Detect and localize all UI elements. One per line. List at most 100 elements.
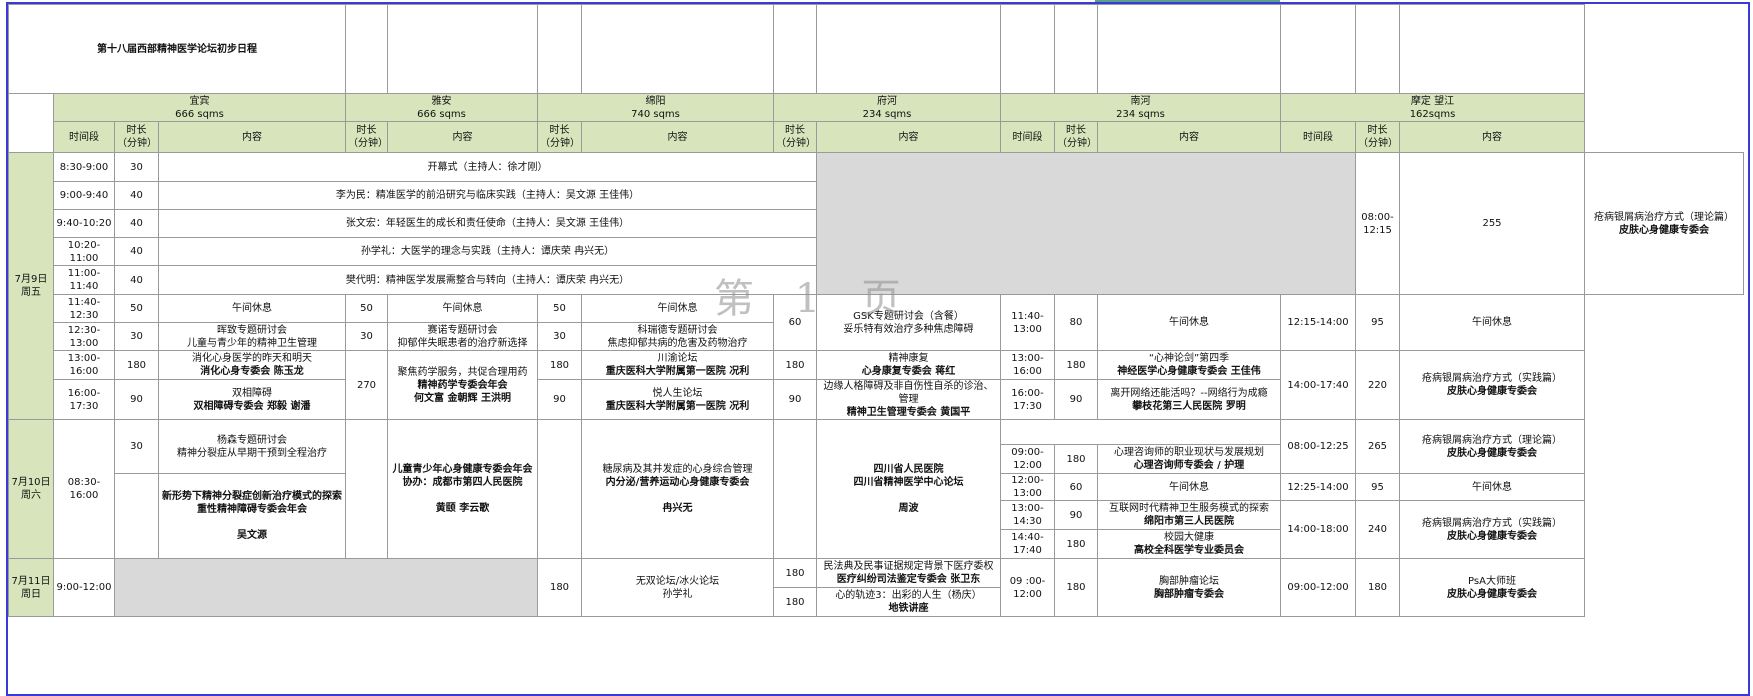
- duration-cell[interactable]: 265: [1355, 419, 1400, 474]
- session-cell[interactable]: 悦人生论坛 重庆医科大学附属第一医院 况利: [581, 379, 774, 420]
- header-duration[interactable]: 时长 （分钟）: [1355, 121, 1400, 153]
- duration-cell[interactable]: 80: [1054, 294, 1098, 351]
- session-cell[interactable]: 科瑞德专题研讨会 焦虑抑郁共病的危害及药物治疗: [581, 322, 774, 351]
- session-cell[interactable]: 疮病银屑病治疗方式（实践篇） 皮肤心身健康专委会: [1399, 500, 1585, 559]
- duration-cell[interactable]: 40: [114, 181, 159, 210]
- duration-cell[interactable]: 30: [114, 322, 159, 351]
- header-duration[interactable]: 时长 （分钟）: [537, 121, 582, 153]
- venue-fuhe[interactable]: 府河 234 sqms: [773, 93, 1001, 122]
- page-title[interactable]: 第十八届西部精神医学论坛初步日程: [8, 4, 346, 94]
- duration-cell[interactable]: 180: [1054, 558, 1098, 617]
- time-cell[interactable]: 08:00-12:15: [1355, 152, 1400, 295]
- duration-cell[interactable]: 30: [114, 419, 159, 474]
- duration-cell[interactable]: 40: [114, 265, 159, 295]
- duration-cell[interactable]: 50: [537, 294, 582, 323]
- empty-cell[interactable]: [345, 419, 388, 559]
- duration-cell[interactable]: 180: [537, 558, 582, 617]
- empty-cell[interactable]: [1280, 4, 1356, 94]
- duration-cell[interactable]: 90: [1054, 500, 1098, 530]
- session-cell[interactable]: 晖致专题研讨会 儿童与青少年的精神卫生管理: [158, 322, 346, 351]
- header-duration[interactable]: 时长 （分钟）: [345, 121, 388, 153]
- session-cell[interactable]: 新形势下精神分裂症创新治疗模式的探索 重性精神障碍专委会年会 吴文源: [158, 473, 346, 559]
- session-cell[interactable]: 糖尿病及其并发症的心身综合管理 内分泌/营养运动心身健康专委会 冉兴无: [581, 419, 774, 559]
- header-content[interactable]: 内容: [816, 121, 1001, 153]
- empty-cell[interactable]: [114, 558, 538, 617]
- empty-cell[interactable]: [345, 4, 388, 94]
- header-time[interactable]: 时间段: [1000, 121, 1055, 153]
- corner-cell[interactable]: [8, 93, 54, 153]
- empty-cell[interactable]: [581, 4, 774, 94]
- session-cell[interactable]: “心神论剑”第四季 神经医学心身健康专委会 王佳伟: [1097, 350, 1281, 380]
- header-content[interactable]: 内容: [1097, 121, 1281, 153]
- session-cell[interactable]: 胸部肿瘤论坛 胸部肿瘤专委会: [1097, 558, 1281, 617]
- empty-cell[interactable]: [537, 4, 582, 94]
- empty-cell[interactable]: [773, 4, 817, 94]
- empty-cell[interactable]: [537, 419, 582, 559]
- session-cell[interactable]: 四川省人民医院 四川省精神医学中心论坛 周波: [816, 419, 1001, 559]
- header-content[interactable]: 内容: [387, 121, 538, 153]
- time-cell[interactable]: 11:00-11:40: [53, 265, 115, 295]
- session-cell[interactable]: 午间休息: [158, 294, 346, 323]
- duration-cell[interactable]: 90: [1054, 379, 1098, 420]
- time-cell[interactable]: 14:40-17:40: [1000, 529, 1055, 559]
- session-cell[interactable]: 双相障碍 双相障碍专委会 郑毅 谢潘: [158, 379, 346, 420]
- duration-cell[interactable]: 95: [1355, 473, 1400, 501]
- venue-nanhe[interactable]: 南河 234 sqms: [1000, 93, 1281, 122]
- empty-cell[interactable]: [387, 4, 538, 94]
- session-cell[interactable]: PsA大师班 皮肤心身健康专委会: [1399, 558, 1585, 617]
- time-cell[interactable]: 9:40-10:20: [53, 209, 115, 238]
- time-cell[interactable]: 9:00-12:00: [53, 558, 115, 617]
- duration-cell[interactable]: 270: [345, 350, 388, 420]
- duration-cell[interactable]: 180: [773, 587, 817, 617]
- duration-cell[interactable]: 240: [1355, 500, 1400, 559]
- duration-cell[interactable]: 180: [1355, 558, 1400, 617]
- session-cell[interactable]: 赛诺专题研讨会 抑郁伴失眠患者的治疗新选择: [387, 322, 538, 351]
- duration-cell[interactable]: 180: [1054, 529, 1098, 559]
- duration-cell[interactable]: 180: [1054, 350, 1098, 380]
- time-cell[interactable]: 16:00-17:30: [53, 379, 115, 420]
- empty-cell[interactable]: [114, 473, 159, 559]
- session-cell[interactable]: 互联网时代精神卫生服务模式的探索 绵阳市第三人民医院: [1097, 500, 1281, 530]
- duration-cell[interactable]: 30: [345, 322, 388, 351]
- time-cell[interactable]: 09:00-12:00: [1280, 558, 1356, 617]
- session-cell[interactable]: 无双论坛/冰火论坛 孙学礼: [581, 558, 774, 617]
- empty-cell[interactable]: [816, 4, 1001, 94]
- duration-cell[interactable]: 30: [114, 152, 159, 182]
- duration-cell[interactable]: 90: [773, 379, 817, 420]
- header-content[interactable]: 内容: [581, 121, 774, 153]
- session-cell[interactable]: 校园大健康 高校全科医学专业委员会: [1097, 529, 1281, 559]
- session-cell[interactable]: 心理咨询师的职业现状与发展规划 心理咨询师专委会 / 护理: [1097, 444, 1281, 474]
- day-label[interactable]: 7月11日 周日: [8, 558, 54, 617]
- time-cell[interactable]: 12:30-13:00: [53, 322, 115, 351]
- time-cell[interactable]: 13:00-14:30: [1000, 500, 1055, 530]
- time-cell[interactable]: 8:30-9:00: [53, 152, 115, 182]
- header-content[interactable]: 内容: [1399, 121, 1585, 153]
- time-cell[interactable]: 10:20-11:00: [53, 237, 115, 266]
- time-cell[interactable]: 16:00-17:30: [1000, 379, 1055, 420]
- session-cell[interactable]: 消化心身医学的昨天和明天 消化心身专委会 陈玉龙: [158, 350, 346, 380]
- empty-cell[interactable]: [773, 419, 817, 559]
- session-cell[interactable]: 民法典及民事证据规定背景下医疗委权 医疗纠纷司法鉴定专委会 张卫东: [816, 558, 1001, 588]
- venue-yaan[interactable]: 雅安 666 sqms: [345, 93, 538, 122]
- session-cell[interactable]: 川渝论坛 重庆医科大学附属第一医院 况利: [581, 350, 774, 380]
- time-cell[interactable]: 12:15-14:00: [1280, 294, 1356, 351]
- session-cell[interactable]: 午间休息: [1399, 473, 1585, 501]
- time-cell[interactable]: 14:00-18:00: [1280, 500, 1356, 559]
- time-cell[interactable]: 12:00-13:00: [1000, 473, 1055, 501]
- time-cell[interactable]: 12:25-14:00: [1280, 473, 1356, 501]
- time-cell[interactable]: 9:00-9:40: [53, 181, 115, 210]
- time-cell[interactable]: 08:30-16:00: [53, 419, 115, 559]
- duration-cell[interactable]: 50: [345, 294, 388, 323]
- header-time[interactable]: 时间段: [1280, 121, 1356, 153]
- session-cell[interactable]: 离开网络还能活吗？--网络行为成瘾 攀枝花第三人民医院 罗明: [1097, 379, 1281, 420]
- time-cell[interactable]: 13:00-16:00: [53, 350, 115, 380]
- header-time[interactable]: 时间段: [53, 121, 115, 153]
- empty-cell[interactable]: [1000, 419, 1281, 445]
- session-cell[interactable]: 午间休息: [1097, 294, 1281, 351]
- session-cell[interactable]: 张文宏：年轻医生的成长和责任使命（主持人：吴文源 王佳伟）: [158, 209, 817, 238]
- time-cell[interactable]: 11:40-13:00: [1000, 294, 1055, 351]
- session-cell[interactable]: 孙学礼：大医学的理念与实践（主持人：谭庆荣 冉兴无）: [158, 237, 817, 266]
- time-cell[interactable]: 09 :00-12:00: [1000, 558, 1055, 617]
- duration-cell[interactable]: 255: [1399, 152, 1585, 295]
- empty-cell[interactable]: [1054, 4, 1098, 94]
